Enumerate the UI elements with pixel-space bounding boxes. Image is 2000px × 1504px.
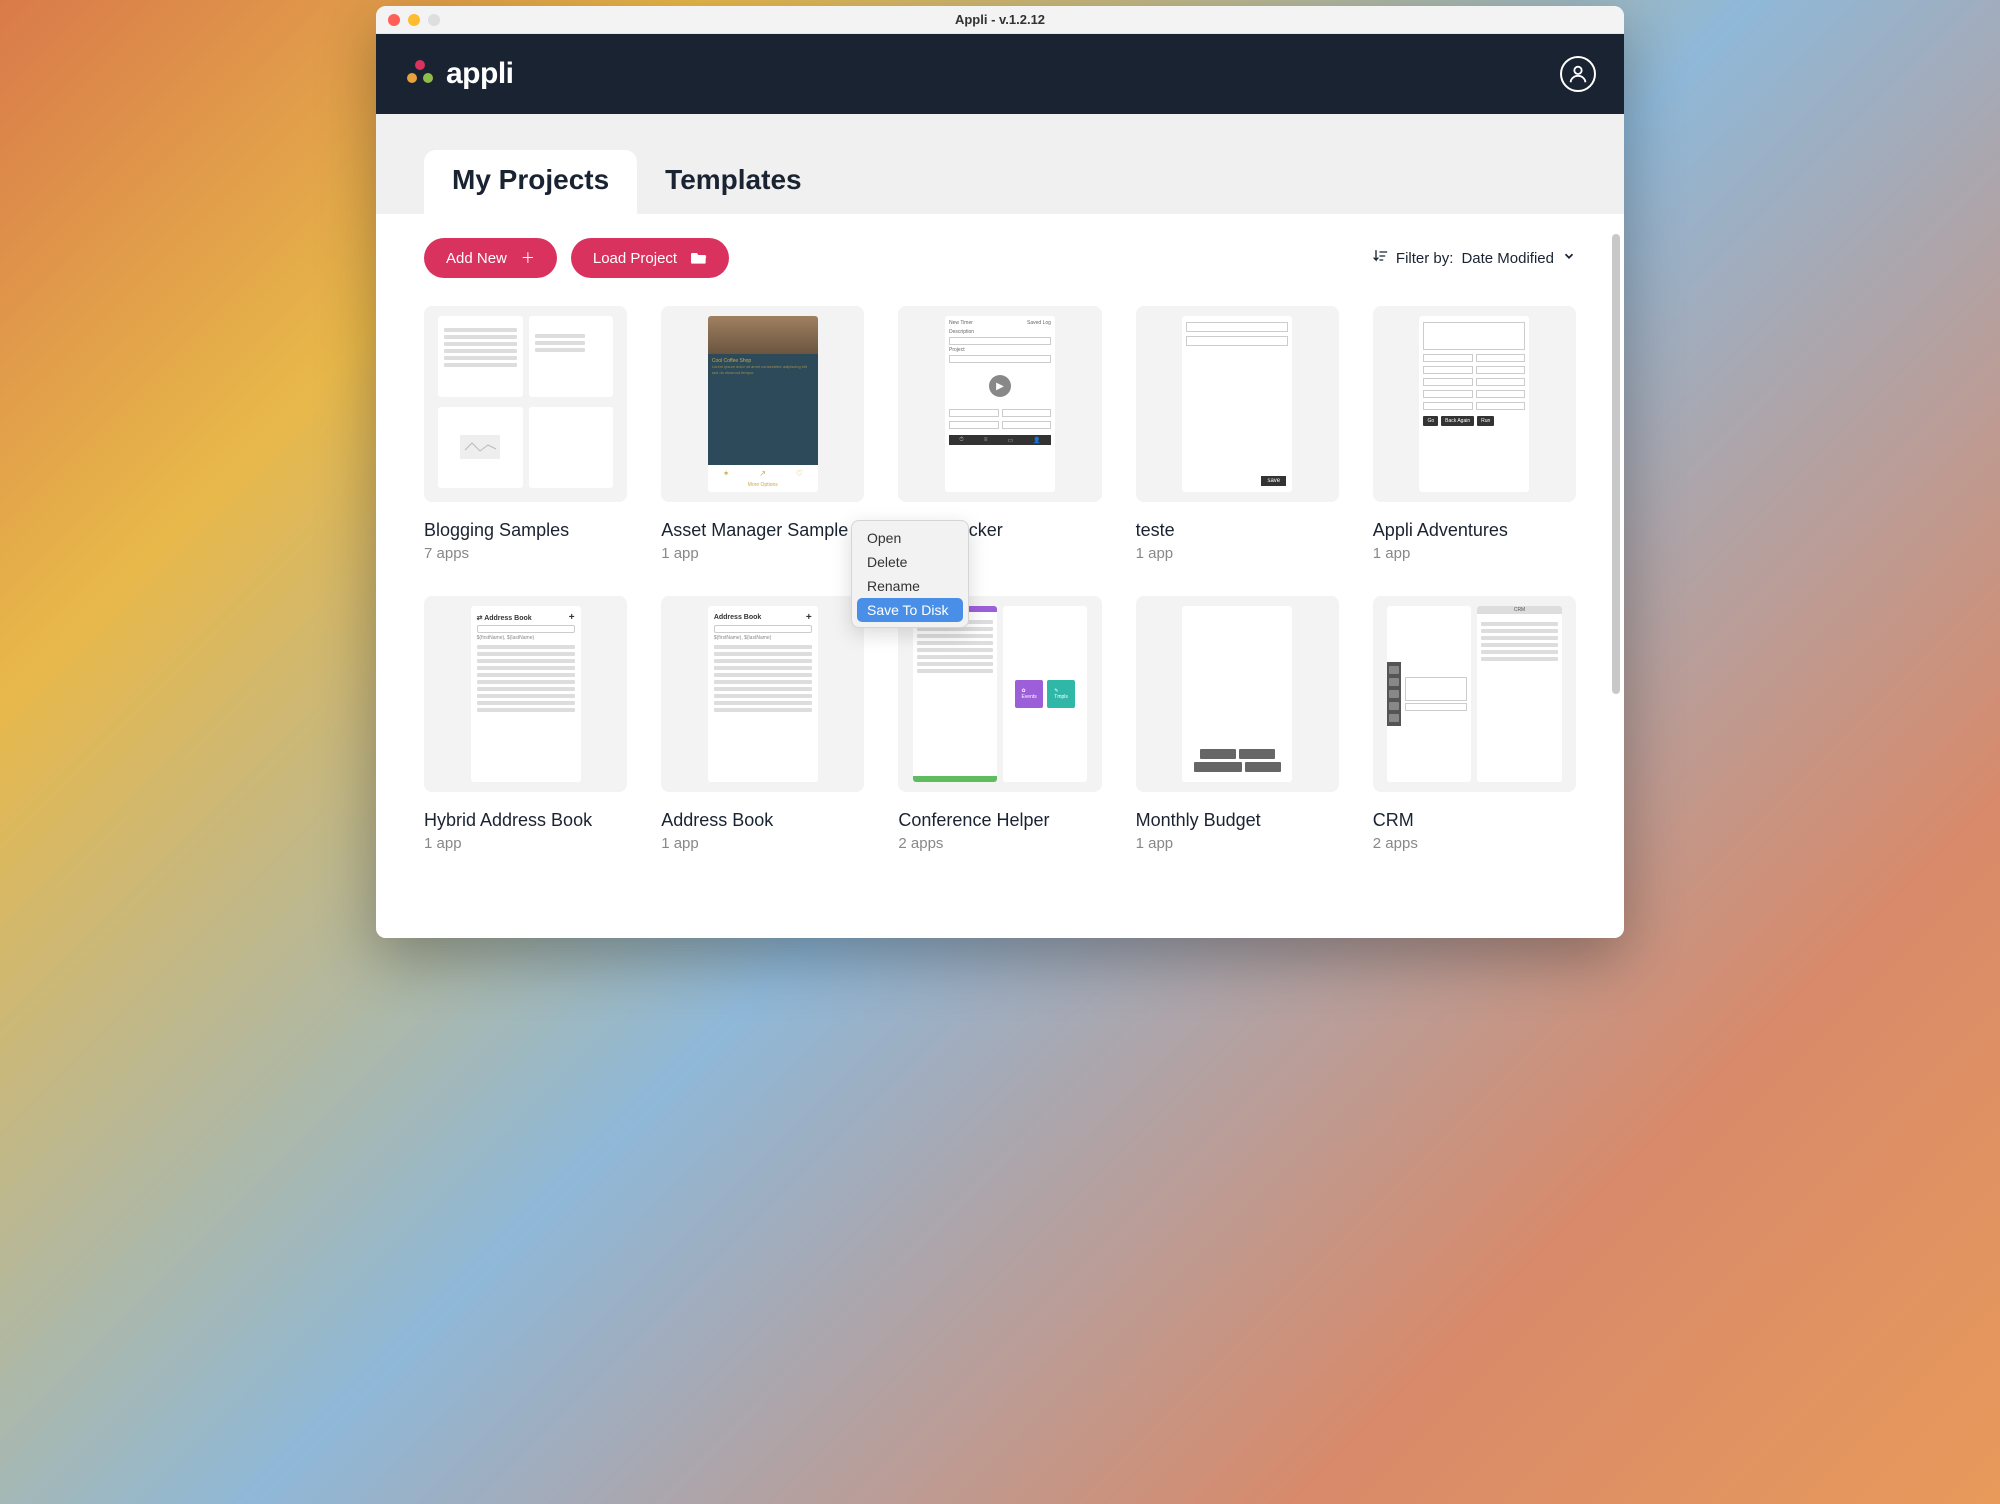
sort-icon [1372,248,1388,268]
ctx-rename[interactable]: Rename [857,574,963,598]
project-card[interactable]: save teste 1 app [1136,306,1339,562]
project-title: CRM [1373,810,1576,831]
project-card[interactable]: Cool Coffee ShopLorem ipsum dolor sit am… [661,306,864,562]
ctx-delete[interactable]: Delete [857,550,963,574]
project-subtitle: 1 app [661,835,864,852]
load-project-label: Load Project [593,250,677,267]
project-card[interactable]: Blogging Samples 7 apps [424,306,627,562]
account-button[interactable] [1560,56,1596,92]
fullscreen-window-button[interactable] [428,14,440,26]
minimize-window-button[interactable] [408,14,420,26]
window-title: Appli - v.1.2.12 [955,12,1045,27]
filter-dropdown[interactable]: Filter by: Date Modified [1372,248,1576,268]
ctx-open[interactable]: Open [857,526,963,550]
add-new-button[interactable]: Add New ＋ [424,238,557,278]
project-subtitle: 1 app [1373,545,1576,562]
app-window: Appli - v.1.2.12 appli My Projects Temp [376,6,1624,938]
project-title: Appli Adventures [1373,520,1576,541]
project-card[interactable]: ⇄ Address Book+ $(firstName), $(lastName… [424,596,627,852]
titlebar: Appli - v.1.2.12 [376,6,1624,34]
toolbar: Add New ＋ Load Project Filter by: Date M… [376,214,1624,302]
projects-grid: Blogging Samples 7 apps Cool Coffee Shop… [376,302,1624,900]
project-subtitle: 1 app [1136,835,1339,852]
project-title: teste [1136,520,1339,541]
content-area: My Projects Templates Add New ＋ Load Pro… [376,114,1624,938]
app-header: appli [376,34,1624,114]
tab-my-projects[interactable]: My Projects [424,150,637,214]
add-new-label: Add New [446,250,507,267]
project-subtitle: 1 app [661,545,864,562]
project-subtitle: 2 apps [1373,835,1576,852]
project-title: Hybrid Address Book [424,810,627,831]
project-title: Conference Helper [898,810,1101,831]
tab-templates[interactable]: Templates [637,150,829,214]
window-controls [376,14,440,26]
brand-logo: appli [404,57,514,91]
project-subtitle: 7 apps [424,545,627,562]
logo-icon [404,58,436,90]
project-card[interactable]: ✿Events ✎Tmpls Conference Helper 2 apps [898,596,1101,852]
project-subtitle: 1 app [424,835,627,852]
project-subtitle: 2 apps [898,835,1101,852]
scrollbar[interactable] [1612,234,1620,694]
close-window-button[interactable] [388,14,400,26]
tabs: My Projects Templates [376,114,1624,214]
folder-open-icon [691,250,707,267]
project-title: Blogging Samples [424,520,627,541]
ctx-save-to-disk[interactable]: Save To Disk [857,598,963,622]
plus-icon: ＋ [521,248,535,268]
project-title: Monthly Budget [1136,810,1339,831]
chevron-down-icon [1562,249,1576,267]
context-menu: Open Delete Rename Save To Disk [851,520,969,628]
project-title: Address Book [661,810,864,831]
project-title: Asset Manager Sample [661,520,864,541]
project-card[interactable]: Monthly Budget 1 app [1136,596,1339,852]
project-subtitle: 1 app [1136,545,1339,562]
brand-name: appli [446,57,514,91]
project-card[interactable]: Address Book+ $(firstName), $(lastName) … [661,596,864,852]
filter-prefix: Filter by: [1396,250,1454,267]
project-card[interactable]: CRM CRM 2 apps [1373,596,1576,852]
filter-value: Date Modified [1461,250,1554,267]
load-project-button[interactable]: Load Project [571,238,729,278]
project-card[interactable]: GoBack AgainRun Appli Adventures 1 app [1373,306,1576,562]
